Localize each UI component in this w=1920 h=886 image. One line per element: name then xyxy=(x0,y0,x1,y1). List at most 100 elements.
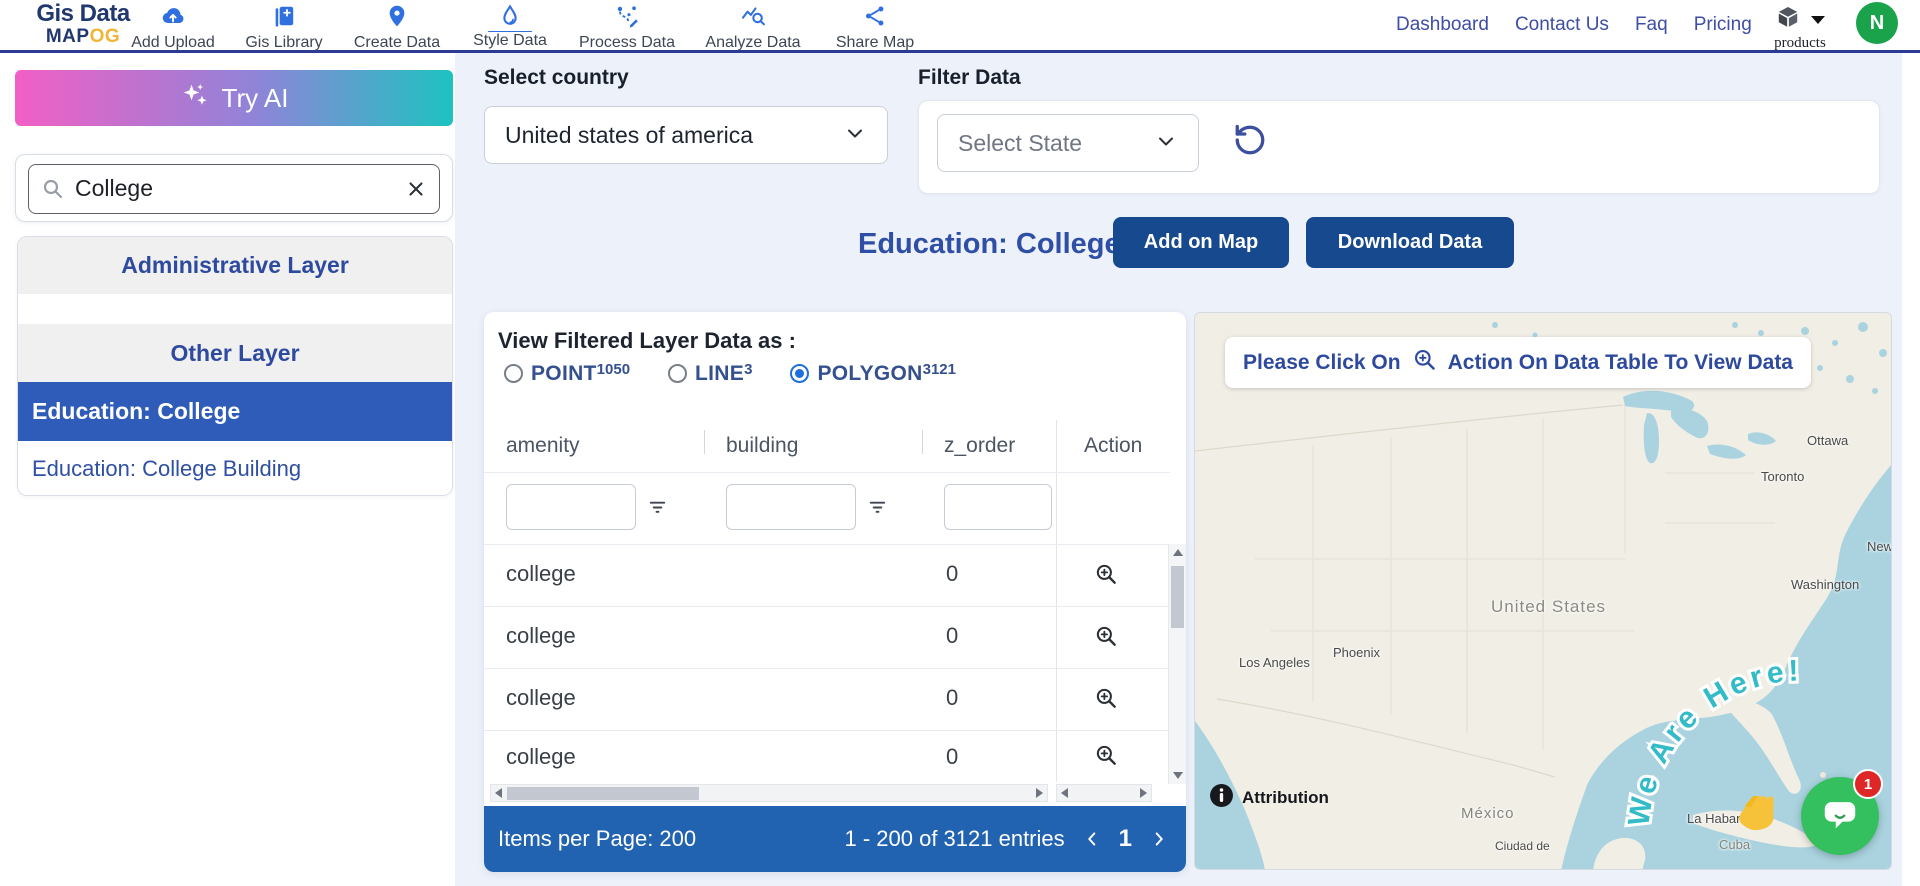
cloud-upload-icon xyxy=(160,3,186,34)
table-cell-z-order: 0 xyxy=(946,561,958,587)
download-data-button[interactable]: Download Data xyxy=(1306,217,1514,268)
scroll-left-arrow[interactable] xyxy=(1061,788,1068,798)
section-header-administrative-layer: Administrative Layer xyxy=(18,237,452,294)
select-country-label: Select country xyxy=(484,66,629,90)
radio-label: POLYGON xyxy=(817,362,922,385)
z-order-filter-input[interactable] xyxy=(944,484,1052,530)
sidebar-item-education-college[interactable]: Education: College xyxy=(18,382,452,441)
horizontal-scrollbar[interactable] xyxy=(490,784,1048,802)
radio-circle-selected xyxy=(790,364,809,383)
menu-item-process-data[interactable]: Process Data xyxy=(570,0,684,50)
layer-search-card xyxy=(15,154,453,222)
menu-label: Gis Library xyxy=(245,34,322,52)
reset-filter-icon[interactable] xyxy=(1232,122,1268,163)
nav-link-dashboard[interactable]: Dashboard xyxy=(1396,14,1489,36)
map-label-ciudad-de: Ciudad de xyxy=(1495,839,1550,853)
menu-item-gis-library[interactable]: Gis Library xyxy=(234,0,334,50)
row-divider xyxy=(484,606,1170,607)
chat-bubble-icon xyxy=(1818,792,1862,841)
chevron-down-icon xyxy=(1811,16,1825,24)
scroll-down-arrow[interactable] xyxy=(1173,772,1183,779)
country-select[interactable]: United states of america xyxy=(484,106,888,164)
layer-search-box xyxy=(28,164,440,214)
nav-link-pricing[interactable]: Pricing xyxy=(1694,14,1752,36)
menu-item-analyze-data[interactable]: Analyze Data xyxy=(694,0,812,50)
try-ai-label: Try AI xyxy=(222,83,289,114)
sidebar-item-education-college-building[interactable]: Education: College Building xyxy=(18,441,452,496)
nav-link-contact-us[interactable]: Contact Us xyxy=(1515,14,1609,36)
current-page[interactable]: 1 xyxy=(1119,825,1132,853)
column-header-z-order[interactable]: z_order xyxy=(944,434,1015,458)
view-as-label: View Filtered Layer Data as : xyxy=(498,328,796,354)
route-edit-icon xyxy=(614,3,640,34)
zoom-in-action-icon[interactable] xyxy=(1093,742,1119,773)
zoom-in-action-icon[interactable] xyxy=(1093,685,1119,716)
chevron-down-icon xyxy=(1154,129,1178,158)
table-cell-z-order: 0 xyxy=(946,744,958,770)
zoom-in-action-icon[interactable] xyxy=(1093,623,1119,654)
radio-line[interactable]: LINE3 xyxy=(668,362,752,386)
items-per-page: Items per Page: 200 xyxy=(498,826,696,852)
geometry-type-radios: POINT1050 LINE3 POLYGON3121 xyxy=(504,362,956,386)
search-input[interactable] xyxy=(75,165,395,211)
scroll-left-arrow[interactable] xyxy=(495,788,502,798)
map-label-ottawa: Ottawa xyxy=(1807,433,1848,448)
map-label-new-york: New Yor xyxy=(1867,539,1892,554)
state-select-placeholder: Select State xyxy=(958,130,1154,157)
layer-list: Administrative Layer Other Layer Educati… xyxy=(17,236,453,496)
next-page-icon[interactable] xyxy=(1148,828,1170,850)
menu-label: Process Data xyxy=(579,34,675,52)
nav-links: Dashboard Contact Us Faq Pricing xyxy=(1396,0,1752,50)
logo-map-text: MAP xyxy=(46,26,90,47)
menu-item-share-map[interactable]: Share Map xyxy=(822,0,928,50)
vertical-scrollbar-thumb[interactable] xyxy=(1171,566,1184,628)
menu-item-style-data[interactable]: Style Data xyxy=(460,0,560,50)
country-select-value: United states of america xyxy=(505,122,843,149)
state-select[interactable]: Select State xyxy=(937,114,1199,172)
column-header-building[interactable]: building xyxy=(726,434,798,458)
action-horizontal-scrollbar[interactable] xyxy=(1056,784,1152,802)
radio-count: 3 xyxy=(744,361,752,378)
vertical-scrollbar[interactable] xyxy=(1168,544,1186,784)
building-filter-input[interactable] xyxy=(726,484,856,530)
main-menu: Add Upload Gis Library Create Data Style… xyxy=(122,0,928,50)
share-nodes-icon xyxy=(862,3,888,34)
amenity-filter-input[interactable] xyxy=(506,484,636,530)
table-cell-amenity: college xyxy=(506,744,576,770)
table-cell-z-order: 0 xyxy=(946,685,958,711)
map-hint-banner: Please Click On Action On Data Table To … xyxy=(1225,337,1811,388)
data-table-card: View Filtered Layer Data as : POINT1050 … xyxy=(484,312,1186,872)
map-panel[interactable]: Please Click On Action On Data Table To … xyxy=(1194,312,1892,870)
radio-point[interactable]: POINT1050 xyxy=(504,362,630,386)
section-header-other-layer: Other Layer xyxy=(18,324,452,382)
column-separator xyxy=(922,430,923,454)
prev-page-icon[interactable] xyxy=(1081,828,1103,850)
radio-polygon[interactable]: POLYGON3121 xyxy=(790,362,956,386)
row-divider xyxy=(484,544,1170,545)
scroll-right-arrow[interactable] xyxy=(1036,788,1043,798)
column-header-action: Action xyxy=(1084,434,1142,458)
nav-link-faq[interactable]: Faq xyxy=(1635,14,1668,36)
user-avatar[interactable]: N xyxy=(1856,2,1898,44)
products-dropdown[interactable]: products xyxy=(1763,4,1837,52)
menu-item-add-upload[interactable]: Add Upload xyxy=(122,0,224,50)
menu-label: Style Data xyxy=(473,32,547,50)
info-icon xyxy=(1209,783,1234,813)
add-on-map-button[interactable]: Add on Map xyxy=(1113,217,1289,268)
column-header-amenity[interactable]: amenity xyxy=(506,434,580,458)
scroll-right-arrow[interactable] xyxy=(1140,788,1147,798)
horizontal-scrollbar-thumb[interactable] xyxy=(507,787,699,800)
app-window: Gis Data MAPOG Add Upload Gis Library Cr… xyxy=(0,0,1920,886)
menu-item-create-data[interactable]: Create Data xyxy=(344,0,450,50)
radio-count: 1050 xyxy=(597,361,630,378)
filter-icon[interactable] xyxy=(866,496,889,524)
filter-icon[interactable] xyxy=(646,496,669,524)
zoom-in-action-icon[interactable] xyxy=(1093,561,1119,592)
close-icon[interactable] xyxy=(405,178,427,205)
map-pin-icon xyxy=(384,3,410,34)
attribution-control[interactable]: Attribution xyxy=(1209,783,1329,813)
menu-label: Create Data xyxy=(354,34,440,52)
chevron-down-icon xyxy=(843,121,867,150)
try-ai-button[interactable]: Try AI xyxy=(15,70,453,126)
scroll-up-arrow[interactable] xyxy=(1173,549,1183,556)
